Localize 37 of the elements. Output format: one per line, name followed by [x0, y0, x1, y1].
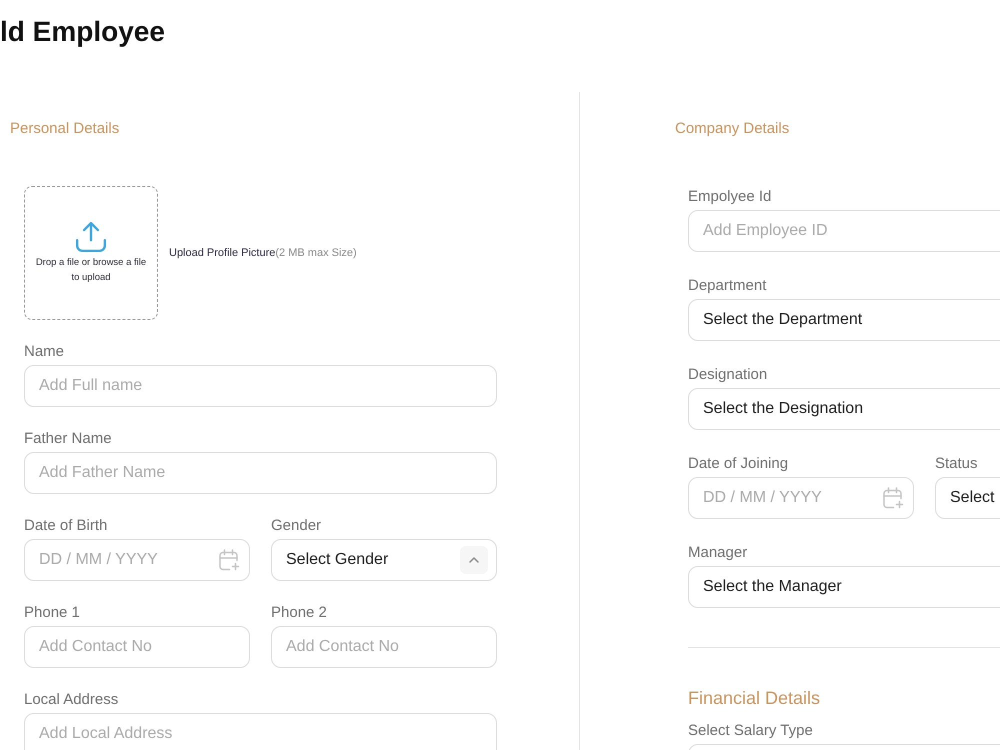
- field-label: Date of Joining: [688, 455, 788, 473]
- text-input[interactable]: Add Contact No: [271, 626, 497, 668]
- calendar-icon: [219, 549, 240, 571]
- field-label: Phone 1: [24, 604, 80, 622]
- select-dropdown[interactable]: Select the Manager: [688, 566, 1000, 608]
- upload-label: Upload Profile Picture: [169, 247, 276, 259]
- size-hint: (2 MB max Size): [275, 247, 357, 259]
- date-input[interactable]: DD / MM / YYYY: [24, 539, 250, 581]
- field-label: Phone 2: [271, 604, 327, 622]
- file-dropzone[interactable]: Drop a file or browse a file to upload: [24, 186, 158, 320]
- field-label: Empolyee Id: [688, 188, 772, 206]
- field-label: Status: [935, 455, 978, 473]
- calendar-icon: [883, 487, 904, 509]
- field-label: Date of Birth: [24, 517, 108, 535]
- date-input[interactable]: DD / MM / YYYY: [688, 477, 914, 519]
- field-label: Manager: [688, 544, 748, 562]
- select-dropdown[interactable]: Select the Department: [688, 299, 1000, 341]
- text-input[interactable]: Add Contact No: [24, 626, 250, 668]
- select-dropdown[interactable]: Select Gender: [271, 539, 497, 581]
- section-heading: Company Details: [675, 120, 790, 138]
- upload-icon: [75, 221, 107, 253]
- field-label: Department: [688, 277, 766, 295]
- text-input[interactable]: Add Full name: [24, 365, 497, 407]
- text-input[interactable]: Add Employee ID: [688, 210, 1000, 252]
- field-label: Father Name: [24, 430, 112, 448]
- select-dropdown[interactable]: Select: [935, 477, 1000, 519]
- textarea-field[interactable]: Add Local Address: [24, 713, 497, 750]
- field-label: Gender: [271, 517, 322, 535]
- field-label: Select Salary Type: [688, 722, 813, 740]
- section-heading: Personal Details: [10, 120, 120, 138]
- section-heading: Financial Details: [688, 687, 820, 709]
- page-title: ld Employee: [0, 15, 165, 49]
- select-dropdown[interactable]: Select the Designation: [688, 388, 1000, 430]
- text-input[interactable]: Add Father Name: [24, 452, 497, 494]
- field-label: Local Address: [24, 691, 118, 709]
- field-label: Designation: [688, 366, 768, 384]
- field-label: Name: [24, 343, 64, 361]
